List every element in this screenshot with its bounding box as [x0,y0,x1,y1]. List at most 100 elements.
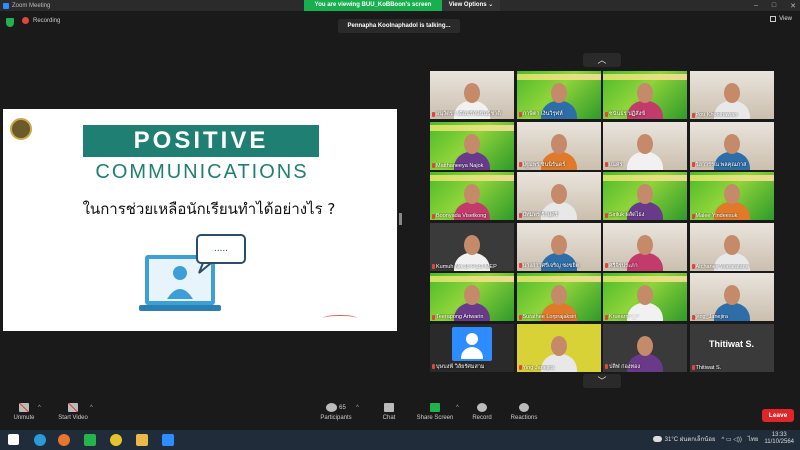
edge-browser-icon[interactable] [34,434,46,446]
participant-tile[interactable]: Atchanee Wararatana [689,222,774,271]
participant-tile[interactable]: ชนันธร ปฏิสังข์ [603,71,687,119]
participant-tile[interactable]: Malee Yindeesuk [689,172,774,220]
participant-name: Thitiwat S. [695,364,722,371]
muted-mic-icon [432,364,435,369]
windows-start-icon[interactable] [8,434,19,445]
muted-mic-icon [432,111,435,117]
participant-name: Ying Janejira [522,364,555,371]
muted-mic-icon [691,365,695,370]
chat-button[interactable]: Chat [376,403,402,421]
zoom-taskbar-icon[interactable] [162,434,174,446]
participant-face [723,184,740,204]
reactions-button[interactable]: Reactions [508,403,540,421]
participant-tile[interactable]: เณศร [603,121,687,170]
tray-icons[interactable]: ^ ▭ ◁)) [721,436,741,443]
muted-mic-icon [691,112,695,118]
gallery-up-button[interactable]: ︿ [583,53,621,67]
participant-tile[interactable]: Siriluk ผลัดไธง [603,172,687,220]
participant-tile[interactable]: นางสาวศรีเจริญ ชงขยิต [516,222,601,271]
participant-tile[interactable]: Matthaneeya Najok [430,121,514,170]
participant-face [723,285,740,305]
reactions-label: Reactions [510,415,538,421]
talking-indicator: Pennapha Koolnaphadol is talking... [338,19,460,33]
school-logo [10,118,32,140]
muted-mic-icon [432,264,435,269]
virtual-background-banner [430,175,514,181]
chrome-icon[interactable] [110,434,122,446]
firefox-icon[interactable] [58,434,70,446]
record-icon [477,403,487,412]
leave-button[interactable]: Leave [762,409,794,422]
clock[interactable]: 13:33 11/10/2564 [764,432,794,446]
participant-tile[interactable]: ศรีจิรประภา [603,222,687,271]
clock-time: 13:33 [771,432,787,438]
participant-tile[interactable]: Kruearn ^_^ [603,273,687,321]
default-avatar-icon [452,326,492,361]
participants-button[interactable]: 65 Participants [316,403,356,421]
view-button[interactable]: View [770,16,792,22]
participant-name: Malee Yindeesuk [695,213,738,219]
language-indicator[interactable]: ไทย [748,434,759,444]
participant-name-bar: ภาษิตา เงินวิรุฬห์ [518,110,599,118]
close-icon[interactable]: ✕ [790,2,796,10]
virtual-background-banner [689,175,774,181]
security-shield-icon[interactable] [6,18,14,27]
muted-mic-icon [691,162,695,167]
participant-name: Teerapong Artwarin [436,314,484,320]
participant-tile[interactable]: Thitiwat S. Thitiwat S. [689,323,774,372]
virtual-background-banner [516,276,601,282]
share-options-caret[interactable]: ^ [456,405,459,411]
participant-face [550,133,567,154]
virtual-background-banner [430,124,514,131]
participant-tile[interactable]: บุษบงฟ้ วิลัยรัศมสาม [430,323,514,372]
participant-tile[interactable]: Ying Janejira [516,323,601,372]
participant-name: Kruearn ^_^ [609,314,639,320]
participant-name-bar: อนุวัตรา เดือนรักษ์พันธ์ชาติ [432,110,512,118]
weather-widget[interactable]: 31°C ฝนตกเล็กน้อย [652,434,715,444]
chat-label: Chat [382,415,396,421]
record-button[interactable]: Record [468,403,496,421]
laptop-base [139,305,221,311]
meeting-controls-bar: Unmute ^ Start Video ^ 65 Participants ^… [0,399,800,429]
split-divider-handle[interactable] [399,213,402,225]
participant-tile[interactable]: วิลาวรรณ พลคุณภาส [689,121,774,170]
participant-tile[interactable]: ภาษิตา เงินวิรุฬห์ [516,71,601,119]
participant-tile[interactable]: ปฐมพร ชินนิรันดร์ [516,121,601,170]
participant-tile[interactable]: Teerapong Artwarin [430,273,514,321]
participant-tile[interactable]: ปัทมพร รักษ์ศรี [516,172,601,220]
muted-mic-icon [605,314,608,320]
line-app-icon[interactable] [84,434,96,446]
viewing-banner: You are viewing BUU_KoBBoon's screen Vie… [304,0,500,11]
participant-tile[interactable]: Surathee Lorprajaksiri [516,273,601,321]
participant-name: วิลาวรรณ พลคุณภาส [695,161,747,168]
participant-tile[interactable]: Boonyada Visetkong [430,172,514,220]
participants-caret[interactable]: ^ [356,405,359,411]
minimize-icon[interactable]: – [754,2,758,9]
participant-tile[interactable]: ying_Janejira [689,273,774,321]
participant-name-bar: Boonyada Visetkong [432,213,512,219]
gallery-down-button[interactable]: ﹀ [583,374,621,388]
share-screen-button[interactable]: Share Screen [414,403,456,421]
participant-face [464,83,480,103]
participant-face [464,133,480,154]
view-options-button[interactable]: View Options ⌄ [442,0,500,11]
video-options-caret[interactable]: ^ [90,405,93,411]
system-tray: 31°C ฝนตกเล็กน้อย ^ ▭ ◁)) ไทย 13:33 11/1… [652,432,794,446]
audio-options-caret[interactable]: ^ [38,405,41,411]
record-label: Record [472,415,492,421]
participant-name: Matthaneeya Najok [436,162,484,169]
share-screen-icon [430,403,440,412]
file-explorer-icon[interactable] [136,434,148,446]
participant-name-bar: Kruearn ^_^ [605,314,685,320]
participant-tile[interactable]: อนุวัตรา เดือนรักษ์พันธ์ชาติ [430,71,514,119]
participant-tile[interactable]: Kumuh No.35 P.2/3 MEP [430,222,514,271]
unmute-button[interactable]: Unmute [10,403,38,421]
recording-label: Recording [33,17,61,24]
participant-tile[interactable]: ปลิฬ ก่องทอง [603,323,687,372]
start-video-button[interactable]: Start Video [54,403,92,421]
participant-name: Kumuh No.35 P.2/3 MEP [436,263,497,270]
maximize-icon[interactable]: □ [772,2,776,9]
recording-indicator[interactable]: Recording [22,17,60,24]
participant-display-name: Thitiwat S. [709,338,754,349]
participant-tile[interactable]: Pou Khonthawan [689,71,774,119]
